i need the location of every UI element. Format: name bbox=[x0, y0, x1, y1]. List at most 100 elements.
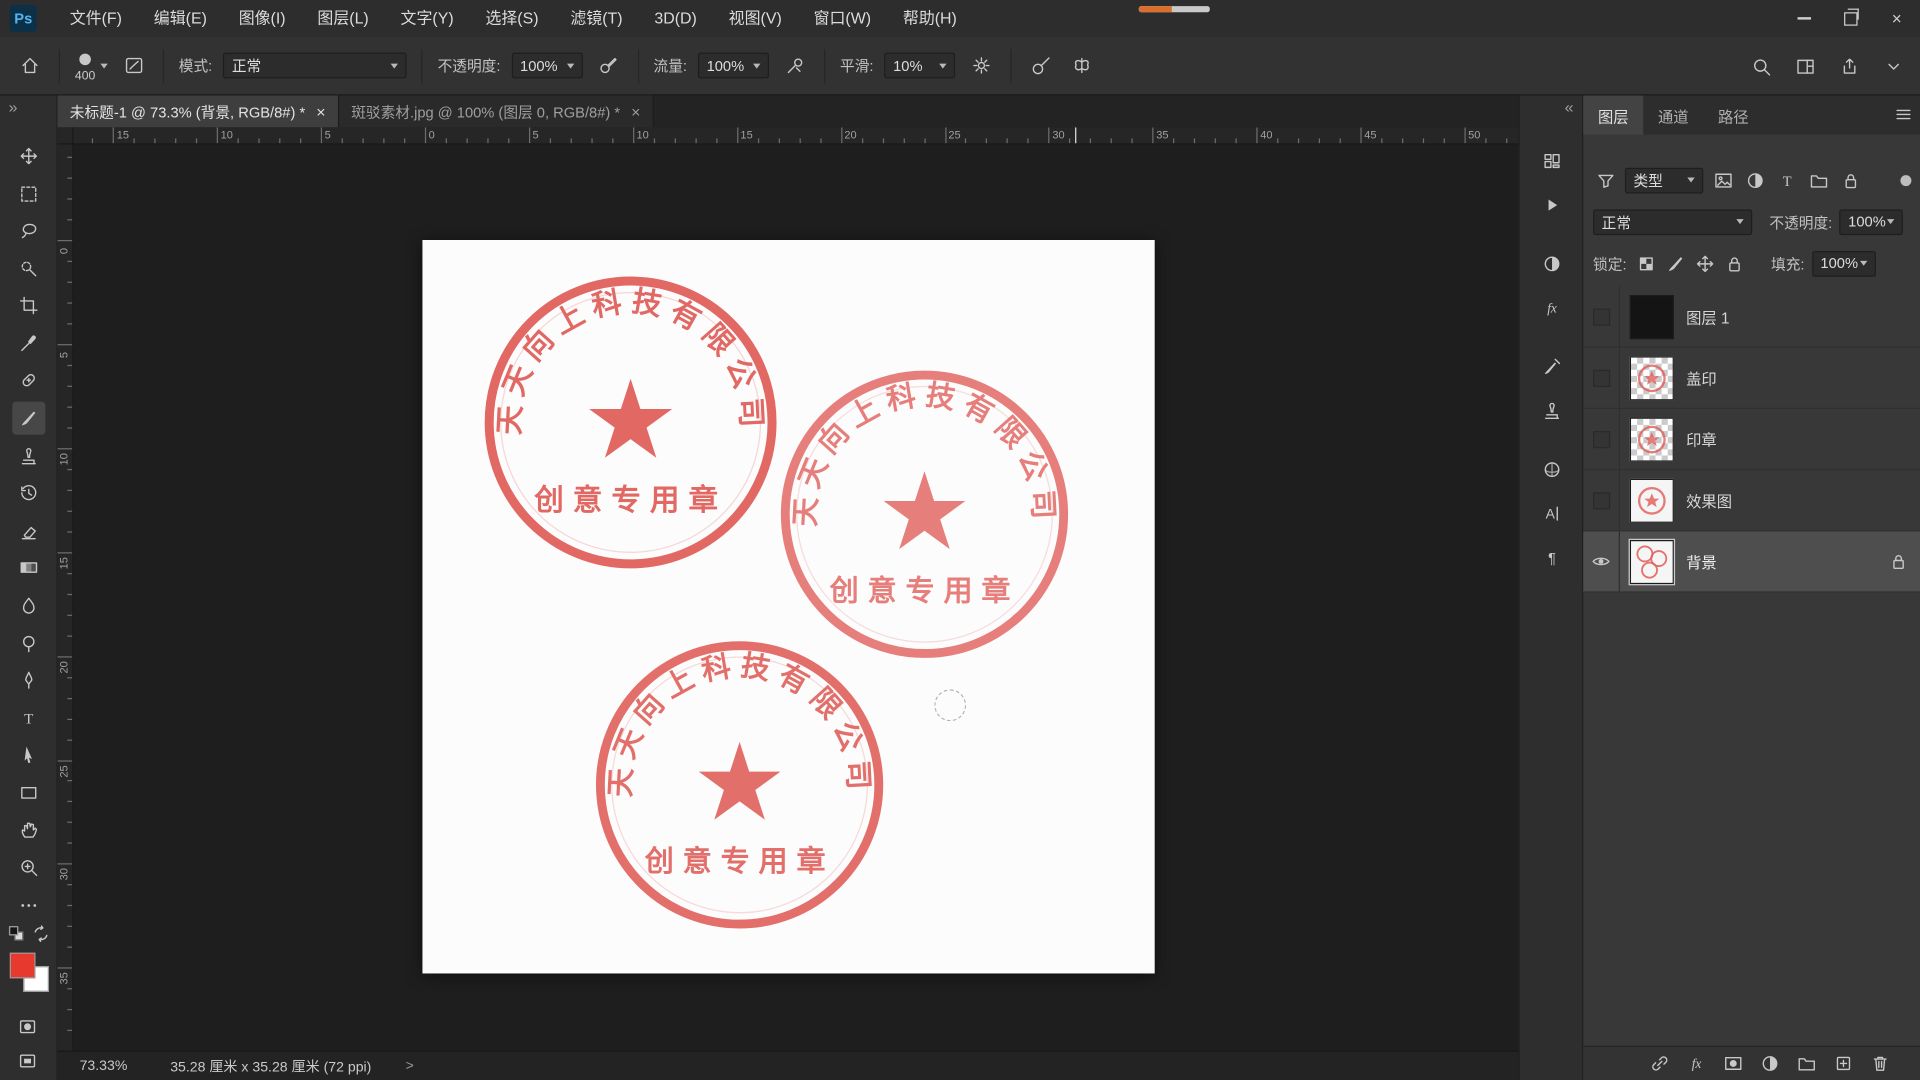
layer-thumbnail[interactable] bbox=[1629, 478, 1674, 523]
layer-thumbnail[interactable] bbox=[1629, 294, 1674, 339]
pressure-size-button[interactable] bbox=[1027, 51, 1056, 80]
layer-row[interactable]: 盖印 bbox=[1583, 347, 1920, 409]
minimize-button[interactable] bbox=[1780, 0, 1827, 37]
menu-item-4[interactable]: 文字(Y) bbox=[385, 0, 470, 37]
materials-panel-icon[interactable] bbox=[1536, 453, 1568, 485]
filter-icon[interactable] bbox=[1593, 168, 1617, 192]
crop-tool[interactable] bbox=[12, 289, 45, 322]
expand-panels-button[interactable]: « bbox=[1565, 98, 1574, 116]
home-button[interactable] bbox=[15, 51, 44, 80]
libraries-panel-icon[interactable] bbox=[1536, 144, 1568, 176]
menu-item-5[interactable]: 选择(S) bbox=[470, 0, 555, 37]
airbrush-button[interactable] bbox=[780, 51, 809, 80]
menu-item-1[interactable]: 编辑(E) bbox=[138, 0, 223, 37]
lock-image-pixels-icon[interactable] bbox=[1663, 251, 1687, 275]
rectangular-marquee-tool[interactable] bbox=[12, 177, 45, 210]
opacity-select[interactable]: 100% bbox=[511, 52, 583, 79]
chevron-down-icon[interactable] bbox=[1878, 51, 1907, 80]
zoom-tool[interactable] bbox=[12, 851, 45, 884]
status-options-chevron[interactable]: > bbox=[406, 1059, 414, 1074]
canvas-area[interactable]: 天天向上科技有限公司 创意专用章 天天向上科技有限公司 创意专用章 天天向上科技有限公司… bbox=[73, 144, 1519, 1051]
search-icon[interactable] bbox=[1746, 51, 1775, 80]
spot-healing-brush-tool[interactable] bbox=[12, 364, 45, 397]
layer-thumbnail[interactable] bbox=[1628, 538, 1676, 585]
layer-name[interactable]: 图层 1 bbox=[1686, 305, 1729, 328]
eraser-tool[interactable] bbox=[12, 514, 45, 547]
new-adjustment-layer-icon[interactable] bbox=[1757, 1051, 1781, 1075]
layer-name[interactable]: 印章 bbox=[1686, 427, 1717, 450]
toggle-brush-settings-button[interactable] bbox=[119, 51, 148, 80]
filter-group-layers-icon[interactable] bbox=[1806, 168, 1830, 192]
screen-mode-button[interactable] bbox=[12, 1046, 41, 1075]
add-layer-mask-icon[interactable] bbox=[1720, 1051, 1744, 1075]
visibility-toggle-empty[interactable] bbox=[1583, 347, 1621, 409]
workspace-switcher-icon[interactable] bbox=[1790, 51, 1819, 80]
new-group-icon[interactable] bbox=[1794, 1051, 1818, 1075]
photoshop-logo-icon[interactable]: Ps bbox=[9, 4, 37, 32]
layer-row[interactable]: 效果图 bbox=[1583, 469, 1920, 532]
edit-toolbar[interactable] bbox=[12, 888, 45, 921]
layer-lock-icon[interactable] bbox=[1888, 551, 1909, 572]
menu-item-7[interactable]: 3D(D) bbox=[638, 0, 712, 37]
layer-name[interactable]: 效果图 bbox=[1686, 489, 1732, 512]
move-tool[interactable] bbox=[12, 140, 45, 173]
menu-item-9[interactable]: 窗口(W) bbox=[798, 0, 887, 37]
hand-tool[interactable] bbox=[12, 814, 45, 847]
visibility-toggle-empty[interactable] bbox=[1583, 285, 1621, 348]
menu-item-6[interactable]: 滤镜(T) bbox=[554, 0, 638, 37]
menu-item-3[interactable]: 图层(L) bbox=[302, 0, 385, 37]
tab-paths[interactable]: 路径 bbox=[1703, 96, 1763, 135]
menu-item-8[interactable]: 视图(V) bbox=[713, 0, 798, 37]
paragraph-panel-icon[interactable]: ¶ bbox=[1536, 541, 1568, 573]
layer-row[interactable]: 图层 1 bbox=[1583, 285, 1920, 348]
fill-select[interactable]: 100% bbox=[1811, 250, 1876, 277]
actions-panel-icon[interactable] bbox=[1536, 189, 1568, 221]
history-brush-tool[interactable] bbox=[12, 477, 45, 510]
close-icon[interactable]: × bbox=[316, 103, 325, 119]
lock-position-icon[interactable] bbox=[1693, 251, 1717, 275]
tab-channels[interactable]: 通道 bbox=[1643, 96, 1703, 135]
eyedropper-tool[interactable] bbox=[12, 327, 45, 360]
foreground-color-swatch[interactable] bbox=[9, 952, 36, 979]
horizontal-ruler[interactable]: 15 10 5 0 5 10 15 20 25 30 35 40 45 50 bbox=[73, 127, 1519, 145]
brush-settings-panel-icon[interactable] bbox=[1536, 350, 1568, 382]
document-tab[interactable]: 斑驳素材.jpg @ 100% (图层 0, RGB/8#) * × bbox=[338, 95, 654, 128]
document-canvas[interactable]: 天天向上科技有限公司 创意专用章 天天向上科技有限公司 创意专用章 天天向上科技有限公司… bbox=[422, 240, 1155, 974]
smoothing-options-button[interactable] bbox=[967, 51, 996, 80]
quick-mask-button[interactable] bbox=[12, 1011, 41, 1040]
dodge-tool[interactable] bbox=[12, 626, 45, 659]
close-icon[interactable]: × bbox=[631, 103, 640, 119]
share-icon[interactable] bbox=[1834, 51, 1863, 80]
layer-opacity-select[interactable]: 100% bbox=[1839, 208, 1904, 235]
layer-row[interactable]: 背景 bbox=[1583, 530, 1920, 593]
filter-pixel-layers-icon[interactable] bbox=[1711, 168, 1735, 192]
zoom-level-field[interactable]: 73.33% bbox=[80, 1059, 158, 1074]
layer-name[interactable]: 盖印 bbox=[1686, 366, 1717, 389]
gradient-tool[interactable] bbox=[12, 551, 45, 584]
filter-toggle[interactable] bbox=[1900, 174, 1912, 186]
visibility-toggle-empty[interactable] bbox=[1583, 469, 1621, 531]
link-layers-icon[interactable] bbox=[1647, 1051, 1671, 1075]
character-panel-icon[interactable]: A bbox=[1536, 497, 1568, 529]
swap-colors-icon[interactable] bbox=[31, 923, 52, 944]
document-tab[interactable]: 未标题-1 @ 73.3% (背景, RGB/8#) * × bbox=[57, 95, 339, 128]
menu-item-2[interactable]: 图像(I) bbox=[223, 0, 302, 37]
menu-item-0[interactable]: 文件(F) bbox=[54, 0, 138, 37]
filter-type-layers-icon[interactable]: T bbox=[1774, 168, 1798, 192]
blur-tool[interactable] bbox=[12, 589, 45, 622]
paint-symmetry-button[interactable] bbox=[1067, 51, 1096, 80]
visibility-toggle-empty[interactable] bbox=[1583, 408, 1621, 470]
expand-toolbar-button[interactable]: » bbox=[9, 98, 18, 116]
menu-item-10[interactable]: 帮助(H) bbox=[887, 0, 973, 37]
layer-style-icon[interactable]: fx bbox=[1684, 1051, 1708, 1075]
quick-selection-tool[interactable] bbox=[12, 252, 45, 285]
layer-row[interactable]: 印章 bbox=[1583, 408, 1920, 471]
path-selection-tool[interactable] bbox=[12, 739, 45, 772]
default-colors-icon[interactable] bbox=[6, 923, 27, 944]
lasso-tool[interactable] bbox=[12, 214, 45, 247]
rectangle-tool[interactable] bbox=[12, 776, 45, 809]
blend-mode-select[interactable]: 正常 bbox=[223, 52, 407, 79]
pen-tool[interactable] bbox=[12, 664, 45, 697]
clone-source-panel-icon[interactable] bbox=[1536, 394, 1568, 426]
panel-menu-icon[interactable] bbox=[1893, 104, 1914, 125]
